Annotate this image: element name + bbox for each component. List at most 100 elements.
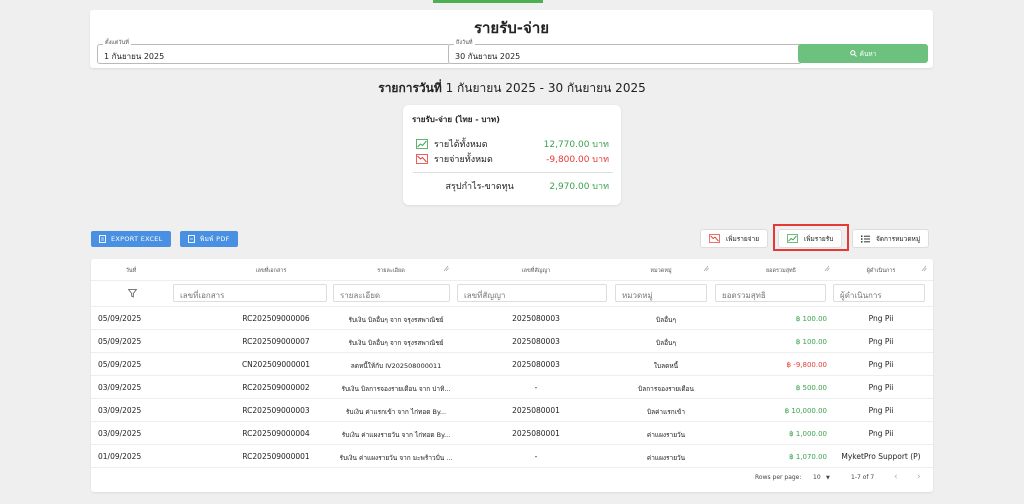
description-filter-input[interactable]: รายละเอียด: [333, 284, 450, 302]
period-prefix: รายการวันที่: [378, 81, 442, 95]
pdf-file-icon: [188, 235, 195, 243]
row-net-total: ฿ 100.00: [795, 338, 827, 346]
income-chart-icon: [416, 138, 428, 149]
end-date-value: 30 กันยายน 2025: [455, 52, 521, 61]
table-row[interactable]: 05/09/2025 CN202509000001 ลดหนี้ให้กับ IV2…: [91, 353, 933, 376]
header-description[interactable]: รายละเอียด: [346, 267, 436, 275]
row-description: ลดหนี้ให้กับ IV202508000011: [350, 362, 442, 370]
row-contract-no: -: [534, 452, 538, 461]
filter-icon[interactable]: [128, 289, 137, 298]
resize-icon[interactable]: [703, 265, 709, 272]
start-date-label: ตั้งแต่วันที่: [103, 39, 131, 47]
row-net-total: ฿ 500.00: [795, 384, 827, 392]
category-filter-input[interactable]: หมวดหมู่: [615, 284, 707, 302]
row-contract-no: 2025080003: [512, 337, 560, 346]
start-date-value: 1 กันยายน 2025: [104, 52, 165, 61]
resize-icon[interactable]: [443, 265, 449, 272]
header-doc-no[interactable]: เลขที่เอกสาร: [221, 267, 321, 275]
row-net-total: ฿ 100.00: [795, 315, 827, 323]
expense-chart-icon: [709, 234, 720, 243]
top-tab-indicator: [433, 0, 543, 3]
table-row[interactable]: 05/09/2025 RC202509000007 รับเงิน บิลอื่นๆ…: [91, 330, 933, 353]
table-row[interactable]: 01/09/2025 RC202509000001 รับเงิน ค่าแผงรา…: [91, 445, 933, 468]
row-description: รับเงิน ค่าแผงรายวัน จาก ไก่ทอด By...: [341, 431, 451, 439]
contract-no-filter-input[interactable]: เลขที่สัญญา: [457, 284, 607, 302]
chevron-down-icon[interactable]: ▼: [826, 475, 830, 481]
header-contract-no[interactable]: เลขที่สัญญา: [491, 267, 581, 275]
summary-card: รายรับ-จ่าย (ไทย - บาท) รายได้ทั้งหมด 12…: [403, 105, 621, 205]
row-operator: MyketPro Support (P): [841, 452, 921, 461]
print-pdf-button[interactable]: พิมพ์ PDF: [180, 231, 238, 247]
row-date: 03/09/2025: [98, 429, 142, 438]
row-net-total: ฿ 1,070.00: [789, 453, 827, 461]
row-operator: Png Pii: [868, 360, 894, 369]
expense-label: รายจ่ายทั้งหมด: [434, 154, 493, 165]
row-operator: Png Pii: [868, 383, 894, 392]
start-date-field[interactable]: ตั้งแต่วันที่ 1 กันยายน 2025: [97, 39, 451, 64]
row-date: 05/09/2025: [98, 360, 142, 369]
period-heading: รายการวันที่ 1 กันยายน 2025 - 30 กันยายน…: [0, 79, 1024, 98]
file-icon: [99, 235, 106, 243]
summary-divider: [413, 172, 613, 173]
row-description: รับเงิน บิลอื่นๆ จาก จรุงรสพาณิชย์: [348, 339, 444, 347]
table-row[interactable]: 03/09/2025 RC202509000002 รับเงิน บิลการจอ…: [91, 376, 933, 399]
row-net-total: ฿ -9,800.00: [786, 361, 827, 369]
rows-per-page-select[interactable]: 10: [813, 474, 821, 481]
transactions-table: วันที่ เลขที่เอกสาร รายละเอียด เลขที่สัญ…: [91, 259, 933, 492]
row-contract-no: 2025080003: [512, 360, 560, 369]
table-filter-row: เลขที่เอกสาร รายละเอียด เลขที่สัญญา หมวด…: [91, 281, 933, 307]
net-row: สรุปกำไร-ขาดทุน 2,970.00 บาท: [410, 179, 609, 193]
table-row[interactable]: 05/09/2025 RC202509000006 รับเงิน บิลอื่นๆ…: [91, 307, 933, 330]
end-date-field[interactable]: ถึงวันที่ 30 กันยายน 2025: [448, 39, 802, 64]
resize-icon[interactable]: [824, 265, 830, 272]
net-value: 2,970.00 บาท: [549, 182, 609, 192]
row-contract-no: 2025080003: [512, 314, 560, 323]
net-label: สรุปกำไร-ขาดทุน: [445, 182, 514, 192]
next-page-icon[interactable]: ›: [917, 472, 921, 482]
net-total-filter-input[interactable]: ยอดรวมสุทธิ: [715, 284, 826, 302]
header-net-total[interactable]: ยอดรวมสุทธิ: [741, 267, 821, 275]
prev-page-icon[interactable]: ‹: [894, 472, 898, 482]
table-row[interactable]: 03/09/2025 RC202509000003 รับเงิน ค่าแรกเข…: [91, 399, 933, 422]
row-contract-no: 2025080001: [512, 406, 560, 415]
row-description: รับเงิน ค่าแรกเข้า จาก ไก่ทอด By...: [345, 408, 447, 416]
row-contract-no: 2025080001: [512, 429, 560, 438]
manage-categories-label: จัดการหมวดหมู่: [876, 234, 921, 243]
table-row[interactable]: 03/09/2025 RC202509000004 รับเงิน ค่าแผงรา…: [91, 422, 933, 445]
filter-card: รายรับ-จ่าย ตั้งแต่วันที่ 1 กันยายน 2025…: [90, 10, 933, 68]
row-net-total: ฿ 1,000.00: [789, 430, 827, 438]
header-date[interactable]: วันที่: [121, 267, 141, 275]
end-date-label: ถึงวันที่: [454, 39, 475, 47]
row-date: 03/09/2025: [98, 406, 142, 415]
rows-per-page-label: Rows per page:: [755, 474, 802, 481]
list-icon: [861, 235, 870, 243]
summary-title: รายรับ-จ่าย (ไทย - บาท): [412, 115, 500, 124]
operator-filter-input[interactable]: ผู้ดำเนินการ: [833, 284, 925, 302]
export-excel-label: EXPORT EXCEL: [111, 235, 163, 243]
income-label: รายได้ทั้งหมด: [434, 139, 488, 150]
resize-icon[interactable]: [921, 265, 927, 272]
export-excel-button[interactable]: EXPORT EXCEL: [91, 231, 171, 247]
period-range: 1 กันยายน 2025 - 30 กันยายน 2025: [441, 81, 646, 95]
expense-value: -9,800.00 บาท: [546, 154, 609, 165]
expense-chart-icon: [416, 153, 428, 164]
header-category[interactable]: หมวดหมู่: [621, 267, 701, 275]
income-row: รายได้ทั้งหมด 12,770.00 บาท: [416, 137, 609, 150]
row-date: 05/09/2025: [98, 337, 142, 346]
row-description: รับเงิน บิลอื่นๆ จาก จรุงรสพาณิชย์: [348, 316, 444, 324]
row-operator: Png Pii: [868, 314, 894, 323]
row-description: รับเงิน ค่าแผงรายวัน จาก มะพร้าวปั่น ...: [339, 454, 453, 462]
header-operator[interactable]: ผู้ดำเนินการ: [846, 267, 916, 275]
search-button-label: ค้นหา: [859, 49, 877, 58]
manage-categories-button[interactable]: จัดการหมวดหมู่: [852, 229, 930, 248]
doc-no-filter-input[interactable]: เลขที่เอกสาร: [173, 284, 327, 302]
row-operator: Png Pii: [868, 337, 894, 346]
row-description: รับเงิน บิลการจองรายเดือน จาก ปาทิ...: [341, 385, 451, 393]
add-expense-button[interactable]: เพิ่มรายจ่าย: [700, 229, 769, 248]
search-icon: [849, 50, 857, 57]
row-date: 03/09/2025: [98, 383, 142, 392]
search-button[interactable]: ค้นหา: [798, 44, 928, 63]
page-title: รายรับ-จ่าย: [473, 19, 550, 37]
row-net-total: ฿ 10,000.00: [784, 407, 827, 415]
print-pdf-label: พิมพ์ PDF: [200, 235, 230, 243]
